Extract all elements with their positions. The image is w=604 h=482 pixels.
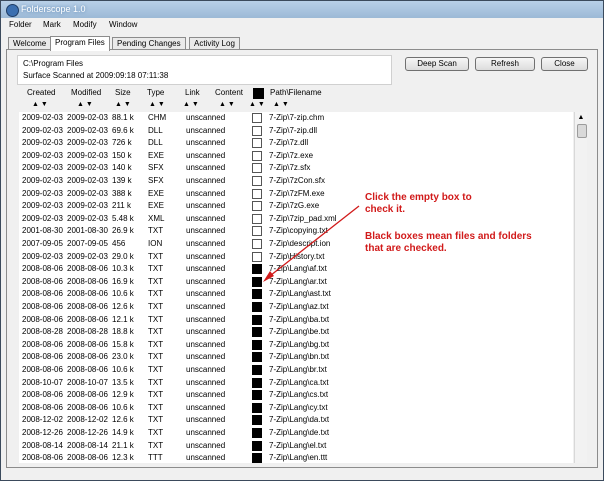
app-window: Folderscope 1.0 Folder Mark Modify Windo… [0, 0, 604, 481]
annotation-legend: Black boxes mean files and folders that … [365, 231, 532, 255]
annotation-line: Black boxes mean files and folders [365, 231, 532, 242]
annotation-line: check it. [365, 204, 406, 215]
annotation-line: that are checked. [365, 243, 447, 254]
annotation-line: Click the empty box to [365, 192, 472, 203]
tab-program-files[interactable]: Program Files [50, 36, 110, 51]
annotation-instruction: Click the empty box to check it. [365, 192, 472, 216]
